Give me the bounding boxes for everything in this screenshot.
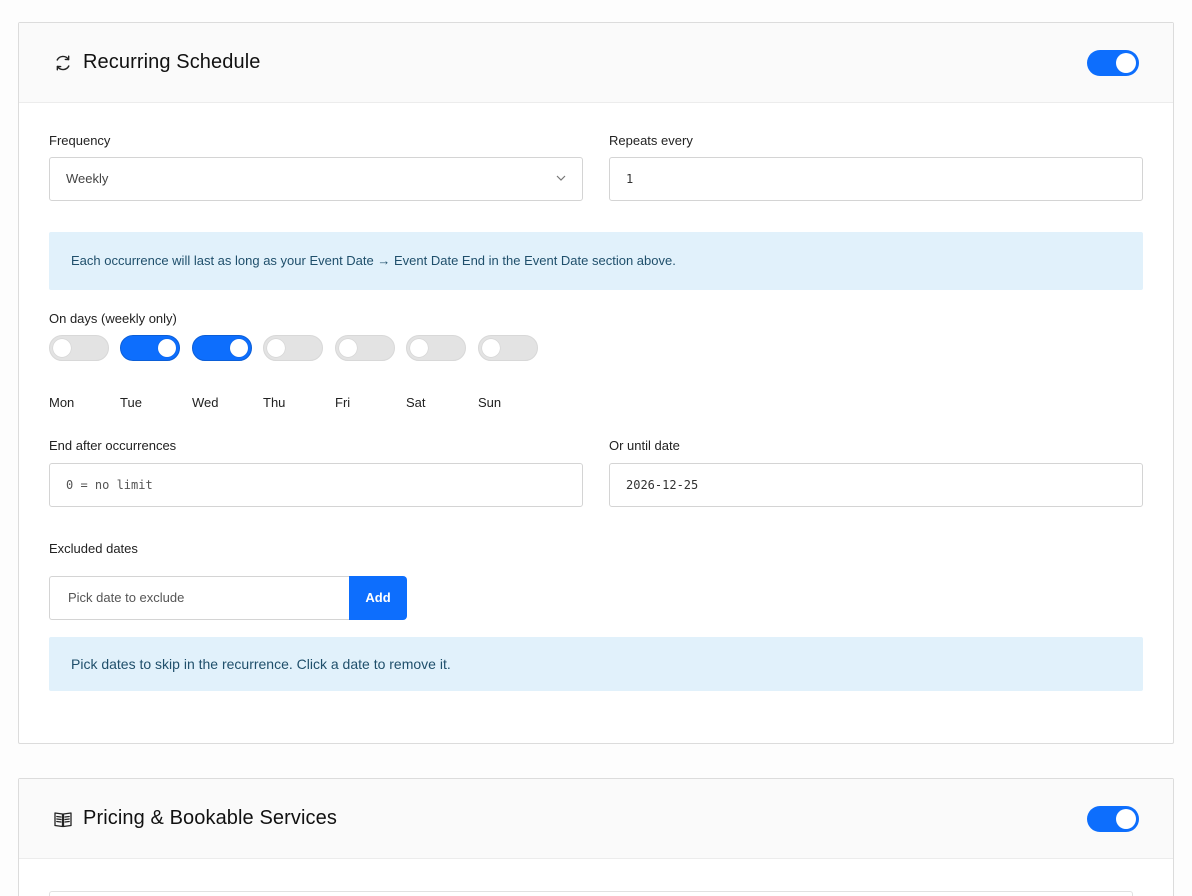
toggle-knob — [339, 339, 357, 357]
day-label-thu: Thu — [263, 395, 286, 410]
day-toggle-fri[interactable] — [335, 335, 395, 361]
pricing-services-card: Pricing & Bookable Services — [18, 778, 1174, 896]
chevron-down-icon — [556, 174, 566, 184]
pricing-first-field[interactable] — [49, 891, 1133, 896]
toggle-knob — [267, 339, 285, 357]
pricing-services-title: Pricing & Bookable Services — [83, 807, 337, 829]
day-label-sun: Sun — [478, 395, 502, 410]
recurring-schedule-card: Recurring Schedule Frequency Weekly Repe… — [18, 22, 1174, 744]
toggle-knob — [230, 339, 248, 357]
toggle-knob — [53, 339, 71, 357]
book-icon — [53, 809, 73, 829]
until-date-label: Or until date — [609, 438, 680, 453]
excluded-info-alert: Pick dates to skip in the recurrence. Cl… — [49, 637, 1143, 691]
add-excluded-date-button[interactable]: Add — [349, 576, 407, 620]
day-toggle-sat[interactable] — [406, 335, 466, 361]
exclude-date-input[interactable]: Pick date to exclude — [49, 576, 349, 620]
refresh-icon — [53, 53, 73, 73]
day-toggle-wed[interactable] — [192, 335, 252, 361]
end-after-label: End after occurrences — [49, 438, 177, 453]
day-label-sat: Sat — [406, 395, 426, 410]
toggle-knob — [158, 339, 176, 357]
excluded-info-text: Pick dates to skip in the recurrence. Cl… — [71, 656, 451, 672]
pricing-enable-toggle[interactable] — [1087, 806, 1139, 832]
day-toggle-mon[interactable] — [49, 335, 109, 361]
repeats-every-label: Repeats every — [609, 133, 693, 148]
frequency-select[interactable]: Weekly — [49, 157, 583, 201]
pricing-services-header: Pricing & Bookable Services — [19, 779, 1173, 859]
toggle-knob — [482, 339, 500, 357]
day-toggle-thu[interactable] — [263, 335, 323, 361]
toggle-knob — [410, 339, 428, 357]
repeats-every-value: 1 — [626, 172, 634, 186]
duration-info-alert: Each occurrence will last as long as you… — [49, 232, 1143, 290]
duration-info-text: Each occurrence will last as long as you… — [71, 253, 676, 268]
recurring-schedule-header: Recurring Schedule — [19, 23, 1173, 103]
add-button-label: Add — [365, 590, 391, 605]
until-date-value: 2026-12-25 — [626, 478, 699, 492]
day-toggle-tue[interactable] — [120, 335, 180, 361]
excluded-dates-label: Excluded dates — [49, 541, 138, 556]
end-after-input[interactable]: 0 = no limit — [49, 463, 583, 507]
repeats-every-input[interactable]: 1 — [609, 157, 1143, 201]
day-toggle-sun[interactable] — [478, 335, 538, 361]
day-label-wed: Wed — [192, 395, 219, 410]
day-label-mon: Mon — [49, 395, 75, 410]
on-days-label: On days (weekly only) — [49, 311, 177, 326]
exclude-date-placeholder: Pick date to exclude — [68, 590, 185, 605]
toggle-knob — [1116, 53, 1136, 73]
until-date-input[interactable]: 2026-12-25 — [609, 463, 1143, 507]
frequency-label: Frequency — [49, 133, 111, 148]
recurring-schedule-title: Recurring Schedule — [83, 51, 261, 73]
day-label-tue: Tue — [120, 395, 142, 410]
frequency-value: Weekly — [66, 171, 109, 186]
end-after-placeholder: 0 = no limit — [66, 478, 153, 492]
recurring-enable-toggle[interactable] — [1087, 50, 1139, 76]
toggle-knob — [1116, 809, 1136, 829]
day-label-fri: Fri — [335, 395, 351, 410]
